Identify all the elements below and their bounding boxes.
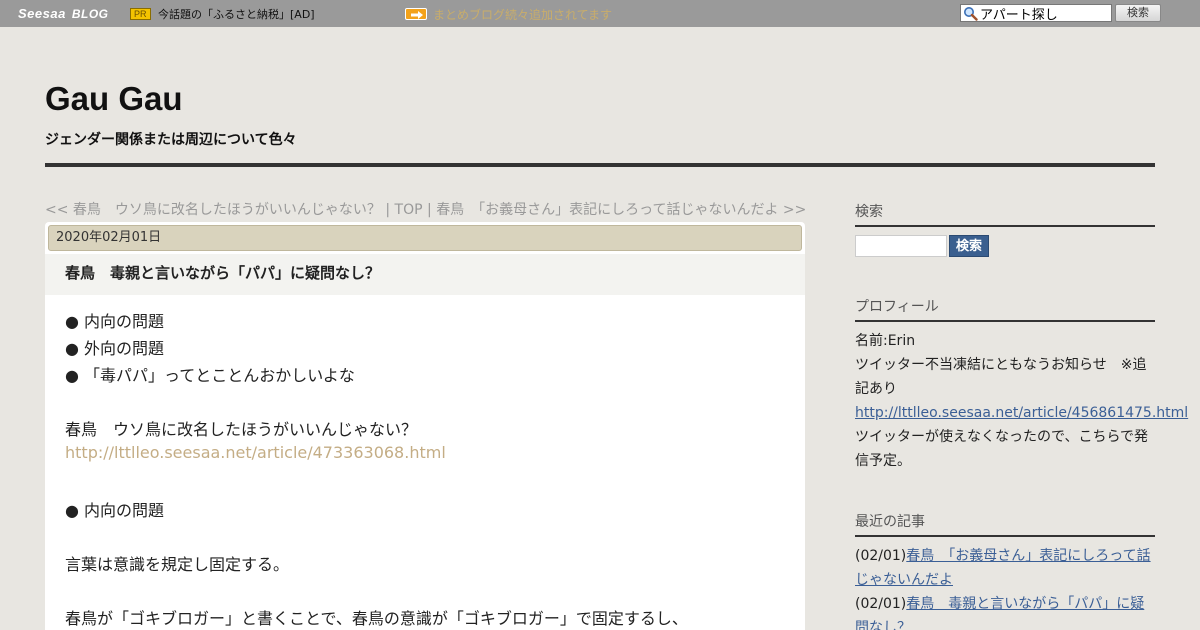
article-line: 春鳥が「ゴキブロガー」と書くことで、春鳥の意識が「ゴキブロガー」で固定するし、 xyxy=(65,609,688,628)
nav-separator: | xyxy=(422,202,437,218)
profile-name: 名前:Erin xyxy=(855,333,916,349)
profile-link[interactable]: http://lttlleo.seesaa.net/article/456861… xyxy=(855,405,1188,421)
site-description: ジェンダー関係または周辺について色々 xyxy=(45,132,297,148)
logo-text: Seesaa xyxy=(18,6,66,21)
top-search-input[interactable] xyxy=(980,5,1108,21)
news-link[interactable]: まとめブログ続々追加されてます xyxy=(433,6,612,23)
recent-list: (02/01)春鳥 「お義母さん」表記にしろって話じゃないんだよ (02/01)… xyxy=(855,544,1155,630)
top-search-button[interactable]: 検索 xyxy=(1115,4,1161,22)
nav-separator: | xyxy=(380,202,395,218)
next-article-link[interactable]: 春鳥 「お義母さん」表記にしろって話じゃないんだよ >> xyxy=(436,202,806,218)
recent-date: (02/01) xyxy=(855,548,907,564)
article-navigation: << 春鳥 ウソ鳥に改名したほうがいいんじゃない？ | TOP | 春鳥 「お義… xyxy=(45,199,806,219)
profile-note: ツイッターが使えなくなったので、こちらで発信予定。 xyxy=(855,429,1149,469)
logo-blog-text: BLOG xyxy=(71,6,109,21)
profile-block: 名前:Erin ツイッター不当凍結にともなうお知らせ ※追記あり http://… xyxy=(855,329,1188,473)
article-line: ● 内向の問題 xyxy=(65,501,165,520)
arrow-right-icon xyxy=(405,8,427,20)
sidebar-search-input[interactable] xyxy=(855,235,947,257)
article: 2020年02月01日 春鳥 毒親と言いながら「パパ」に疑問なし？ ● 内向の問… xyxy=(45,222,805,630)
list-item: (02/01)春鳥 「お義母さん」表記にしろって話じゃないんだよ xyxy=(855,544,1155,592)
sidebar-search-button[interactable]: 検索 xyxy=(949,235,989,257)
prev-article-link[interactable]: << 春鳥 ウソ鳥に改名したほうがいいんじゃない？ xyxy=(45,202,381,218)
article-line: ● 外向の問題 xyxy=(65,339,165,358)
article-date: 2020年02月01日 xyxy=(48,225,802,251)
profile-notice: ツイッター不当凍結にともなうお知らせ ※追記あり xyxy=(855,357,1147,397)
seesaa-logo[interactable]: Seesaa BLOG xyxy=(18,5,109,22)
sidebar-profile-heading: プロフィール xyxy=(855,296,1155,322)
pr-ad-link[interactable]: 今話題の「ふるさと納税」[AD] xyxy=(158,6,315,22)
header-divider xyxy=(45,163,1155,167)
article-link[interactable]: http://lttlleo.seesaa.net/article/473363… xyxy=(65,443,446,462)
article-title[interactable]: 春鳥 毒親と言いながら「パパ」に疑問なし？ xyxy=(45,254,805,295)
top-link[interactable]: TOP xyxy=(395,202,423,218)
top-bar: Seesaa BLOG PR 今話題の「ふるさと納税」[AD] まとめブログ続々… xyxy=(0,0,1200,27)
search-icon xyxy=(964,7,978,21)
top-search-box xyxy=(960,4,1112,22)
article-url-link[interactable]: http://lttlleo.seesaa.net/article/473363… xyxy=(65,443,446,462)
site-title[interactable]: Gau Gau xyxy=(45,80,183,118)
sidebar-search-heading: 検索 xyxy=(855,201,1155,227)
article-line: 春鳥 ウソ鳥に改名したほうがいいんじゃない？ xyxy=(65,420,418,439)
sidebar-recent-heading: 最近の記事 xyxy=(855,511,1155,537)
list-item: (02/01)春鳥 毒親と言いながら「パパ」に疑問なし？ xyxy=(855,592,1155,630)
article-line: ● 「毒パパ」ってとことんおかしいよな xyxy=(65,366,355,385)
recent-date: (02/01) xyxy=(855,596,907,612)
article-line: ● 内向の問題 xyxy=(65,312,165,331)
pr-badge: PR xyxy=(130,8,151,20)
article-line: 言葉は意識を規定し固定する。 xyxy=(65,555,290,574)
